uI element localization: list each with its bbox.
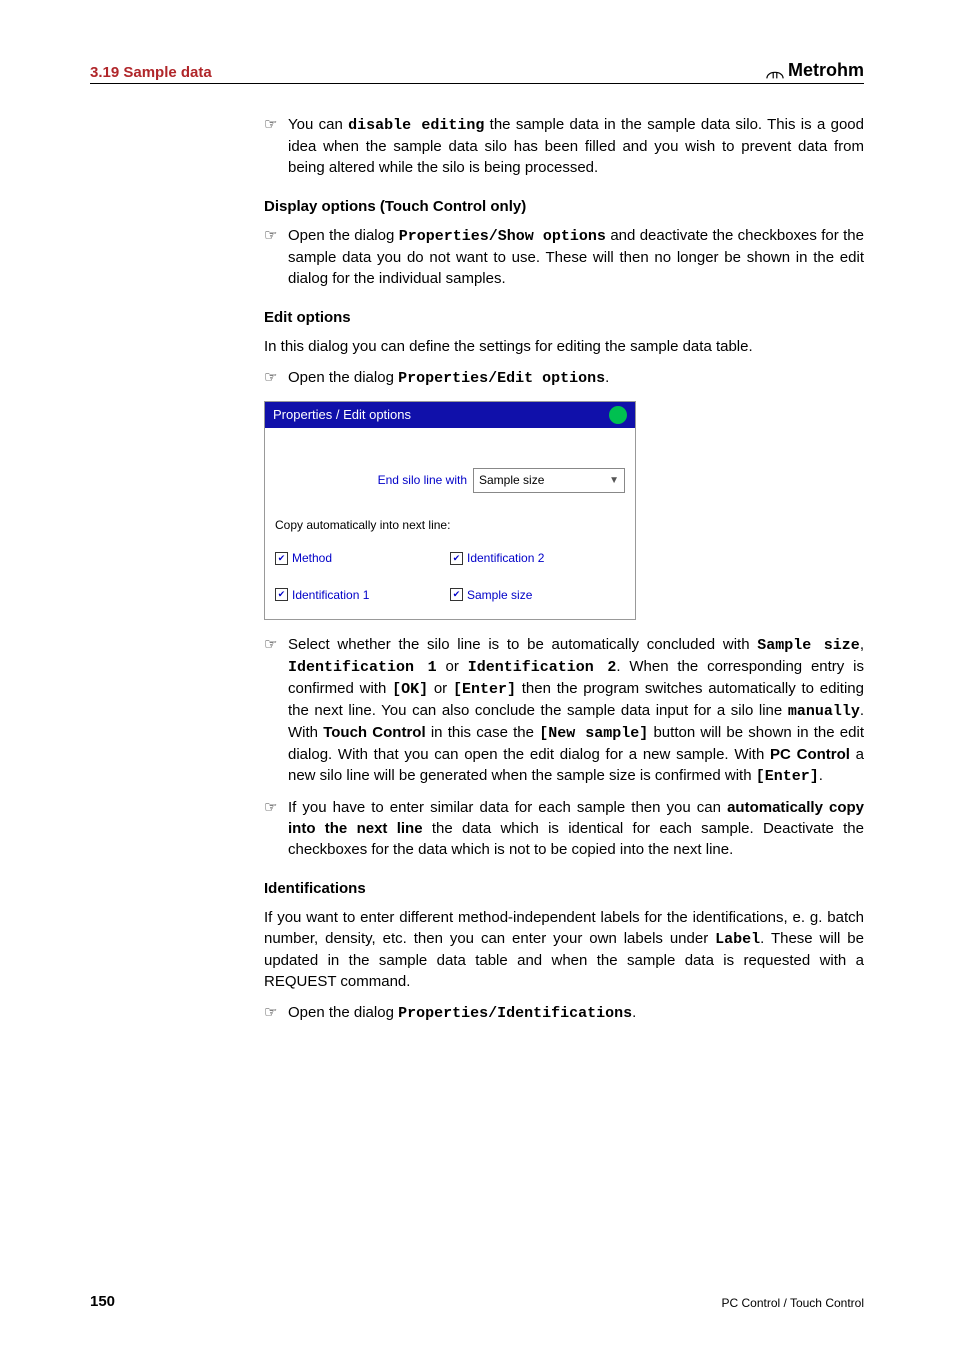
para-open-edit-options: ☞ Open the dialog Properties/Edit option… bbox=[264, 367, 864, 389]
heading-identifications: Identifications bbox=[264, 878, 864, 899]
dialog-title: Properties / Edit options bbox=[273, 406, 411, 424]
copy-auto-label: Copy automatically into next line: bbox=[275, 517, 625, 534]
end-silo-value: Sample size bbox=[479, 472, 544, 489]
footer-right: PC Control / Touch Control bbox=[721, 1296, 864, 1310]
para-auto-copy: ☞ If you have to enter similar data for … bbox=[264, 797, 864, 860]
hand-icon: ☞ bbox=[264, 225, 282, 289]
hand-icon: ☞ bbox=[264, 1002, 282, 1024]
hand-icon: ☞ bbox=[264, 367, 282, 389]
chevron-down-icon: ▼ bbox=[609, 474, 619, 488]
page-header: 3.19 Sample data Metrohm bbox=[90, 60, 864, 84]
para-identifications: If you want to enter different method-in… bbox=[264, 907, 864, 992]
checkbox-identification-1[interactable]: ✔ Identification 1 bbox=[275, 587, 450, 604]
para-end-silo-explain: ☞ Select whether the silo line is to be … bbox=[264, 634, 864, 787]
dialog-edit-options: Properties / Edit options End silo line … bbox=[264, 401, 636, 620]
checkbox-icon: ✔ bbox=[275, 588, 288, 601]
heading-display-options: Display options (Touch Control only) bbox=[264, 196, 864, 217]
checkbox-icon: ✔ bbox=[450, 588, 463, 601]
heading-edit-options: Edit options bbox=[264, 307, 864, 328]
para-disable-editing: ☞ You can disable editing the sample dat… bbox=[264, 114, 864, 178]
brand-text: Metrohm bbox=[788, 60, 864, 81]
checkbox-method[interactable]: ✔ Method bbox=[275, 550, 450, 567]
checkbox-sample-size[interactable]: ✔ Sample size bbox=[450, 587, 625, 604]
checkbox-icon: ✔ bbox=[450, 552, 463, 565]
page-number: 150 bbox=[90, 1293, 115, 1310]
checkbox-identification-2[interactable]: ✔ Identification 2 bbox=[450, 550, 625, 567]
hand-icon: ☞ bbox=[264, 797, 282, 860]
section-title: 3.19 Sample data bbox=[90, 64, 212, 81]
dialog-titlebar: Properties / Edit options bbox=[265, 402, 635, 428]
brand-logo-icon bbox=[766, 64, 784, 78]
para-open-identifications: ☞ Open the dialog Properties/Identificat… bbox=[264, 1002, 864, 1024]
hand-icon: ☞ bbox=[264, 634, 282, 787]
end-silo-select[interactable]: Sample size ▼ bbox=[473, 468, 625, 493]
end-silo-label: End silo line with bbox=[378, 472, 467, 489]
content-area: ☞ You can disable editing the sample dat… bbox=[264, 114, 864, 1024]
page-footer: 150 PC Control / Touch Control bbox=[90, 1293, 864, 1310]
hand-icon: ☞ bbox=[264, 114, 282, 178]
para-show-options: ☞ Open the dialog Properties/Show option… bbox=[264, 225, 864, 289]
brand: Metrohm bbox=[766, 60, 864, 81]
para-edit-intro: In this dialog you can define the settin… bbox=[264, 336, 864, 357]
checkbox-icon: ✔ bbox=[275, 552, 288, 565]
status-dot-icon bbox=[609, 406, 627, 424]
